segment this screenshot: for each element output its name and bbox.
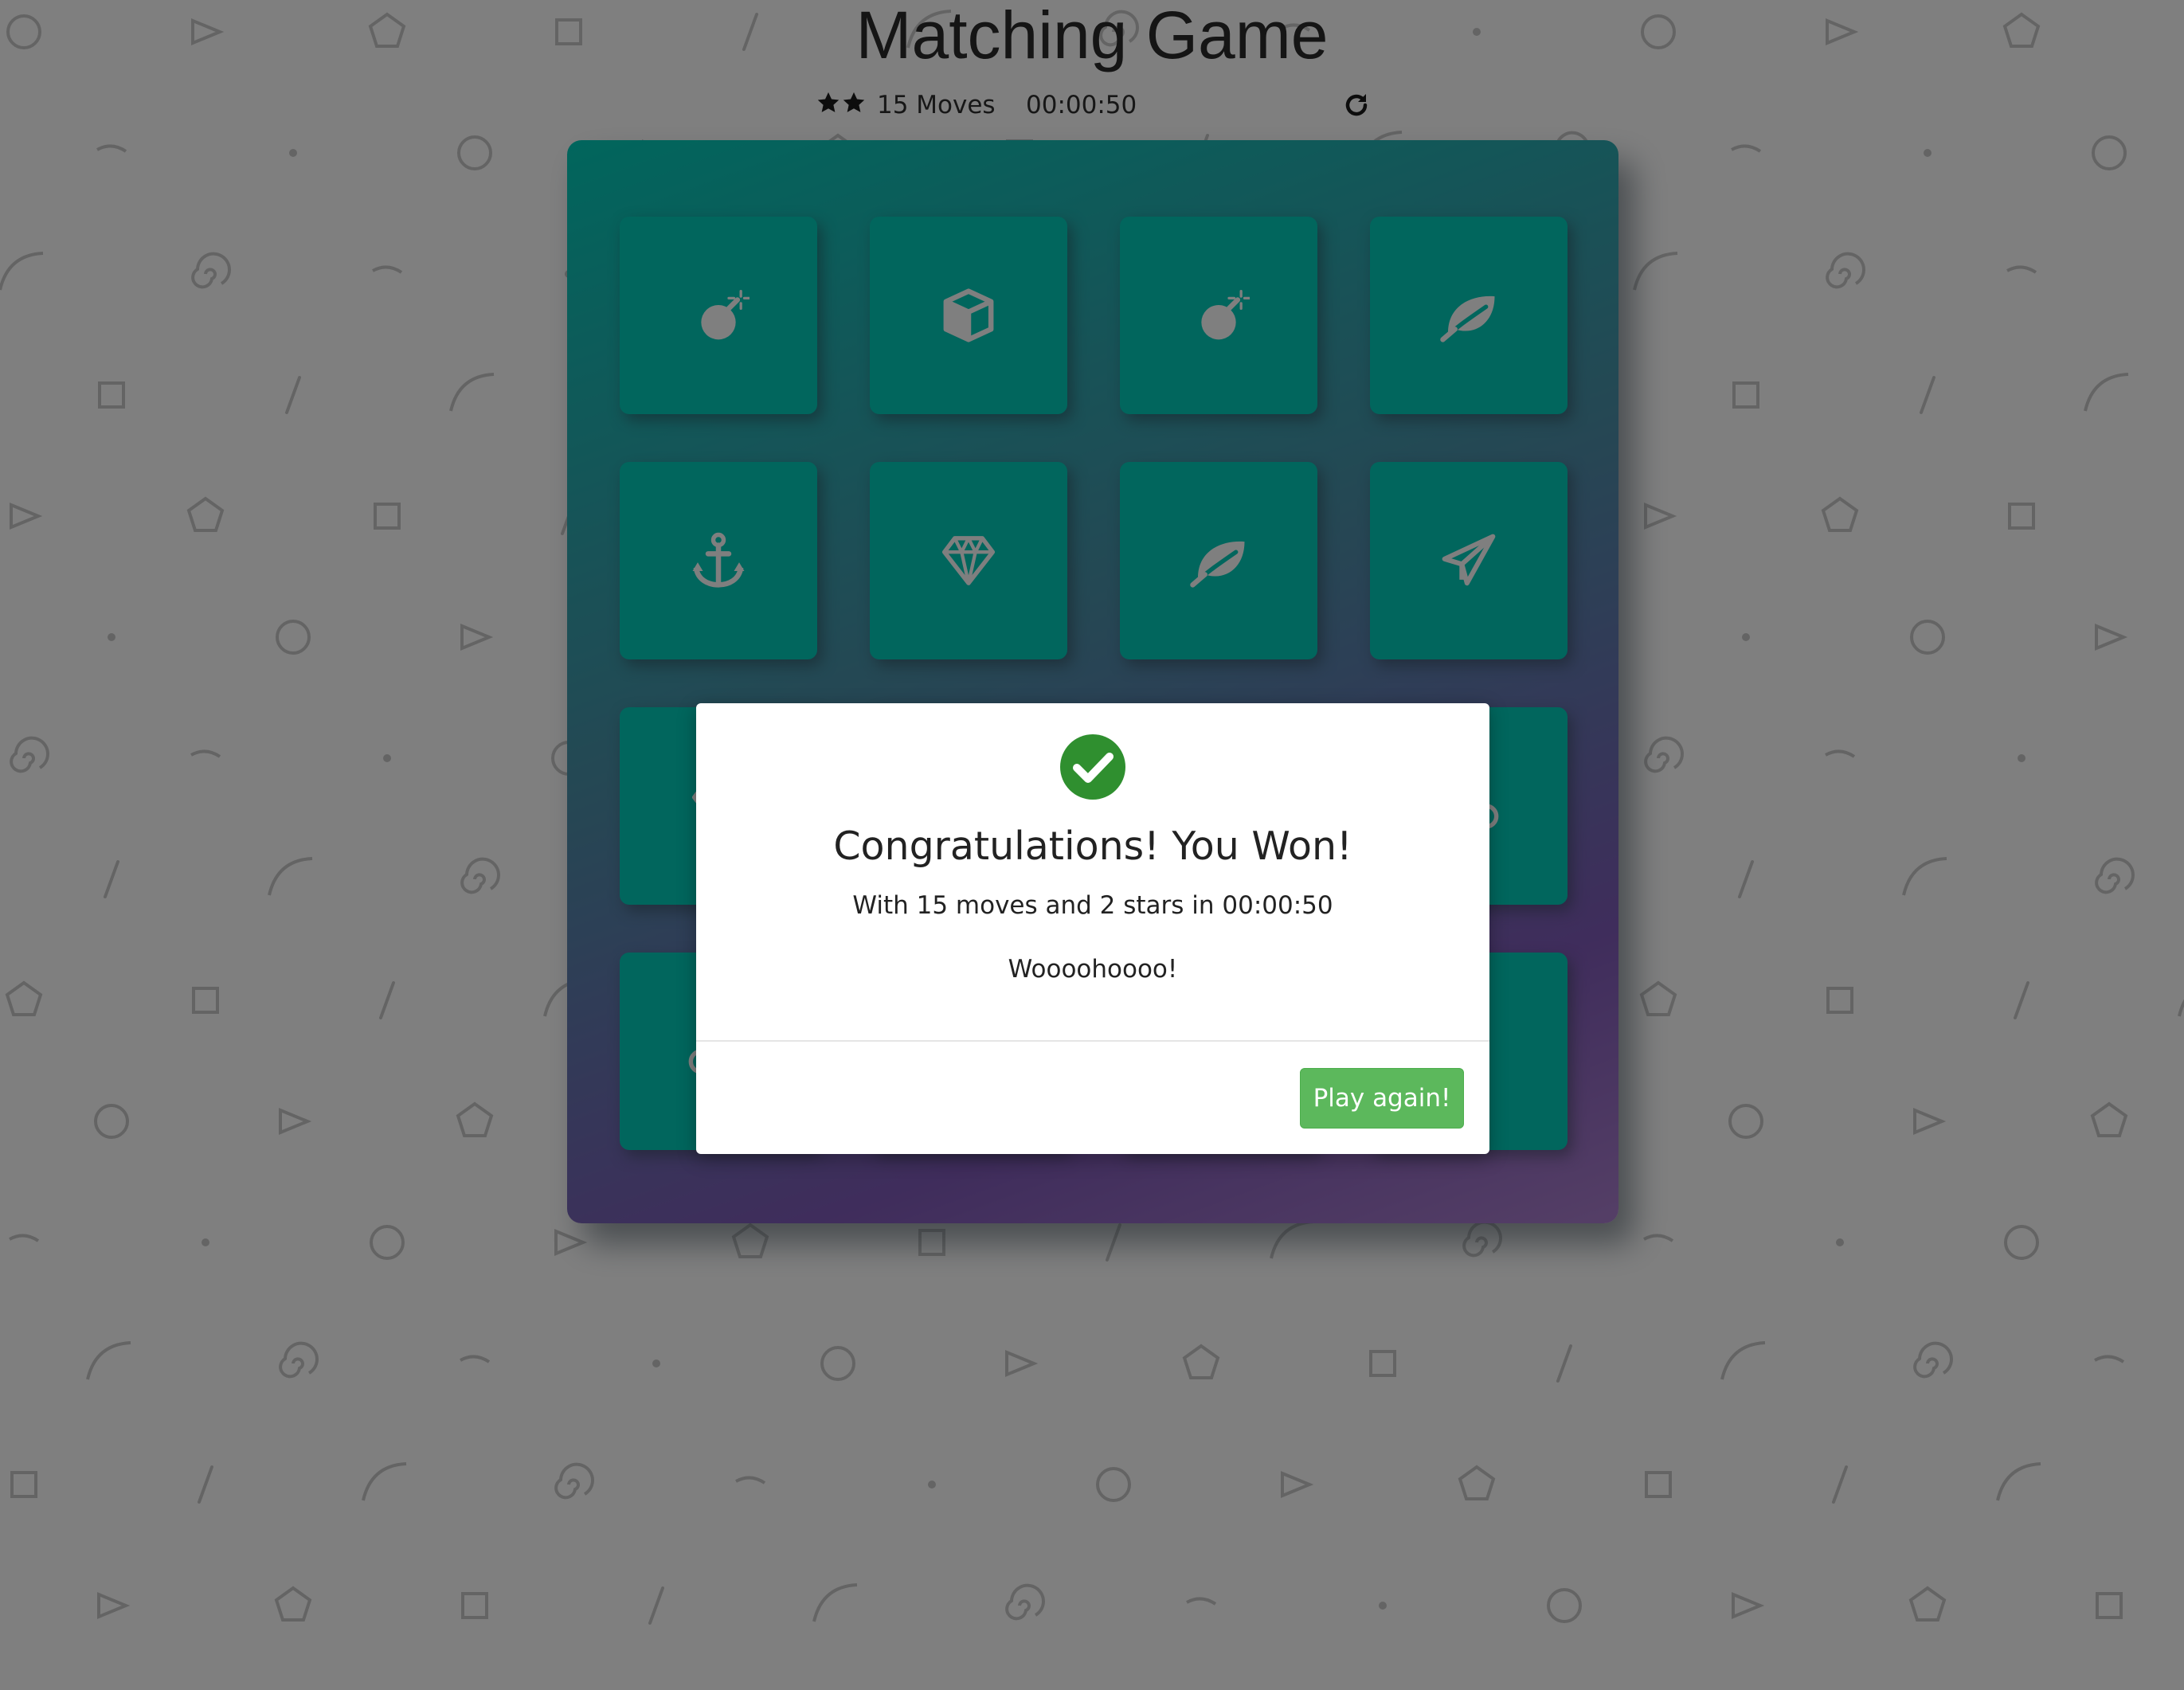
play-again-button[interactable]: Play again! — [1300, 1068, 1464, 1129]
win-modal: Congratulations! You Won! With 15 moves … — [696, 703, 1489, 1154]
modal-divider — [696, 1040, 1489, 1042]
modal-cheer: Woooohoooo! — [1008, 955, 1178, 984]
modal-stats: With 15 moves and 2 stars in 00:00:50 — [852, 891, 1333, 920]
check-circle-icon — [1060, 734, 1125, 800]
modal-title: Congratulations! You Won! — [833, 823, 1352, 869]
